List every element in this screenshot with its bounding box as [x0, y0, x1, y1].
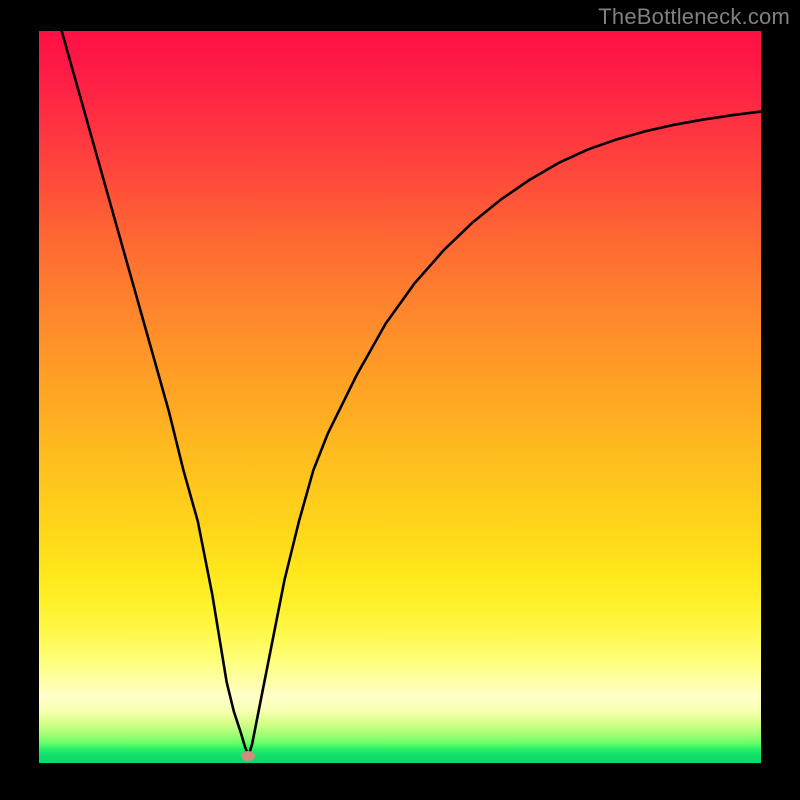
plot-area — [39, 31, 761, 763]
bottleneck-curve — [39, 31, 761, 763]
watermark-text: TheBottleneck.com — [598, 4, 790, 30]
chart-frame: TheBottleneck.com — [0, 0, 800, 800]
minimum-marker — [241, 751, 255, 761]
